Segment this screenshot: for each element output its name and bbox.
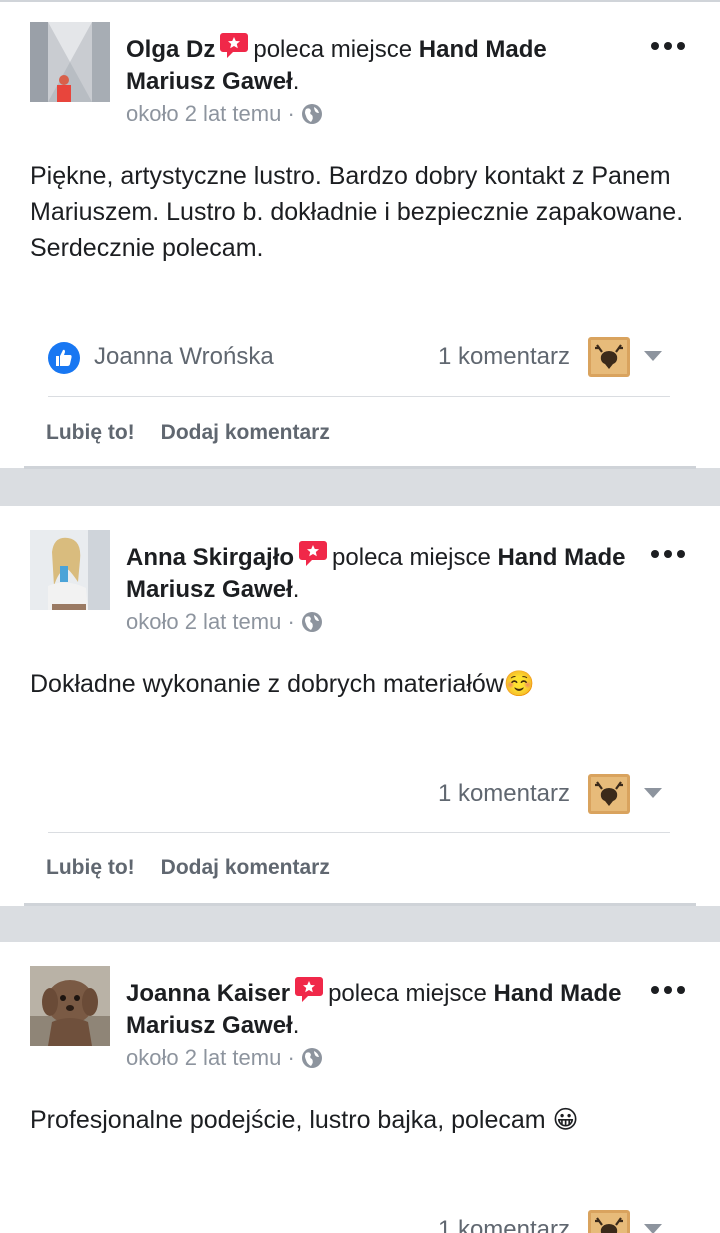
comment-count[interactable]: 1 komentarz bbox=[438, 342, 570, 372]
reactions-bar: 1 komentarz bbox=[24, 770, 670, 818]
review-text: Piękne, artystyczne lustro. Bardzo dobry… bbox=[30, 162, 684, 262]
reactions-bar: Joanna Wrońska 1 komentarz bbox=[24, 333, 670, 381]
chevron-down-icon[interactable] bbox=[644, 351, 662, 361]
period: . bbox=[292, 576, 300, 603]
post-header: Joanna Kaiser poleca miejsce Hand Made Ma… bbox=[126, 974, 626, 1042]
avatar[interactable] bbox=[30, 966, 110, 1046]
review-post: Anna Skirgajło poleca miejsce Hand Made M… bbox=[0, 506, 720, 906]
author-name[interactable]: Anna Skirgajło bbox=[126, 544, 294, 571]
meta-separator: · bbox=[287, 609, 295, 634]
recommendation-badge-icon bbox=[219, 30, 249, 60]
review-post: Olga Dz poleca miejsce Hand Made Mariusz … bbox=[0, 0, 720, 469]
reactions-bar: 1 komentarz bbox=[24, 1206, 670, 1233]
review-post: Joanna Kaiser poleca miejsce Hand Made Ma… bbox=[0, 942, 720, 1233]
timestamp[interactable]: około 2 lat temu bbox=[126, 101, 281, 126]
more-options-icon[interactable] bbox=[650, 36, 686, 56]
post-actions: Lubię to! Dodaj komentarz bbox=[46, 856, 356, 880]
avatar[interactable] bbox=[30, 22, 110, 102]
post-header: Olga Dz poleca miejsce Hand Made Mariusz … bbox=[126, 30, 626, 98]
post-meta: około 2 lat temu · bbox=[126, 608, 323, 636]
timestamp[interactable]: około 2 lat temu bbox=[126, 609, 281, 634]
post-bottom-border bbox=[24, 466, 696, 469]
timestamp[interactable]: około 2 lat temu bbox=[126, 1045, 281, 1070]
more-options-icon[interactable] bbox=[650, 544, 686, 564]
reactor-name[interactable]: Joanna Wrońska bbox=[94, 342, 274, 372]
recommends-text: poleca miejsce bbox=[253, 36, 413, 63]
recommendation-badge-icon bbox=[294, 974, 324, 1004]
comment-count[interactable]: 1 komentarz bbox=[438, 779, 570, 809]
post-meta: około 2 lat temu · bbox=[126, 100, 323, 128]
author-name[interactable]: Joanna Kaiser bbox=[126, 980, 290, 1007]
post-actions: Lubię to! Dodaj komentarz bbox=[46, 421, 356, 445]
meta-separator: · bbox=[287, 1045, 295, 1070]
page-thumbnail-icon[interactable] bbox=[588, 1210, 630, 1233]
post-header: Anna Skirgajło poleca miejsce Hand Made M… bbox=[126, 538, 626, 606]
globe-icon bbox=[301, 1047, 323, 1069]
period: . bbox=[292, 1012, 300, 1039]
post-bottom-border bbox=[24, 903, 696, 906]
globe-icon bbox=[301, 103, 323, 125]
top-border bbox=[0, 0, 720, 2]
avatar[interactable] bbox=[30, 530, 110, 610]
post-meta: około 2 lat temu · bbox=[126, 1044, 323, 1072]
divider bbox=[48, 832, 670, 833]
recommends-text: poleca miejsce bbox=[332, 544, 491, 571]
review-text: Profesjonalne podejście, lustro bajka, p… bbox=[30, 1106, 579, 1134]
add-comment-button[interactable]: Dodaj komentarz bbox=[161, 856, 330, 879]
like-button[interactable]: Lubię to! bbox=[46, 856, 135, 879]
review-text: Dokładne wykonanie z dobrych materiałów☺… bbox=[30, 670, 535, 698]
page-thumbnail-icon[interactable] bbox=[588, 337, 630, 377]
chevron-down-icon[interactable] bbox=[644, 1224, 662, 1233]
page-thumbnail-icon[interactable] bbox=[588, 774, 630, 814]
recommends-text: poleca miejsce bbox=[328, 980, 487, 1007]
like-button[interactable]: Lubię to! bbox=[46, 421, 135, 444]
comment-count[interactable]: 1 komentarz bbox=[438, 1215, 570, 1233]
meta-separator: · bbox=[287, 101, 295, 126]
more-options-icon[interactable] bbox=[650, 980, 686, 1000]
recommendation-badge-icon bbox=[298, 538, 328, 568]
period: . bbox=[292, 68, 300, 95]
divider bbox=[48, 396, 670, 397]
globe-icon bbox=[301, 611, 323, 633]
add-comment-button[interactable]: Dodaj komentarz bbox=[161, 421, 330, 444]
author-name[interactable]: Olga Dz bbox=[126, 36, 215, 63]
like-reaction-icon[interactable] bbox=[48, 342, 80, 374]
chevron-down-icon[interactable] bbox=[644, 788, 662, 798]
